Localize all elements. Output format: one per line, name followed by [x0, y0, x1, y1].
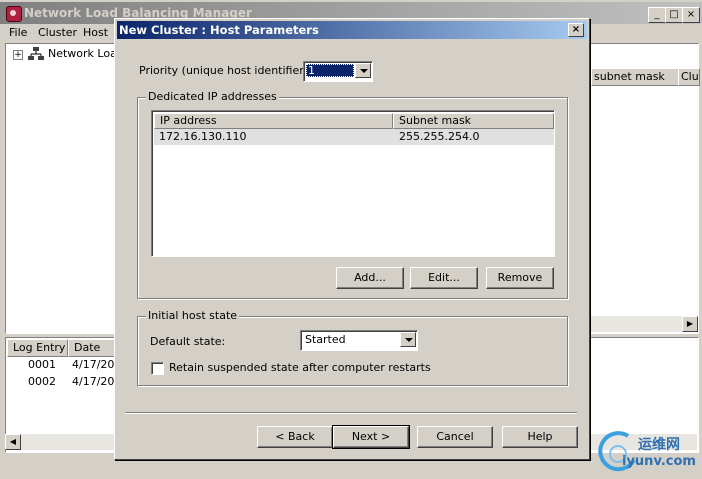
retain-suspended-checkbox[interactable] — [151, 362, 164, 375]
default-state-combobox[interactable]: Started — [300, 330, 418, 351]
column-ip-address[interactable]: IP address — [154, 113, 393, 129]
tree-expand-icon[interactable]: + — [13, 50, 23, 60]
cluster-tree[interactable]: + Network Load — [5, 43, 124, 334]
watermark-line2: iyunv.com — [622, 454, 696, 469]
priority-value: 1 — [306, 64, 354, 77]
nlb-app-icon — [6, 6, 22, 22]
ip-address-cell: 172.16.130.110 — [159, 130, 247, 143]
column-log-entry[interactable]: Log Entry — [7, 339, 68, 357]
retain-suspended-label[interactable]: Retain suspended state after computer re… — [169, 361, 431, 374]
remove-ip-button[interactable]: Remove — [486, 267, 554, 289]
priority-combobox[interactable]: 1 — [303, 61, 373, 82]
hosts-horizontal-scrollbar[interactable]: ▶ — [591, 316, 698, 332]
column-date[interactable]: Date — [68, 339, 120, 357]
minimize-button[interactable]: _ — [648, 7, 666, 23]
menu-file[interactable]: File — [9, 26, 27, 39]
column-cluster[interactable]: Clu — [678, 68, 700, 86]
priority-label: Priority (unique host identifier): — [139, 64, 312, 77]
tree-item-network-load[interactable]: Network Load — [48, 47, 124, 60]
initial-host-state-group: Initial host state Default state: Starte… — [137, 309, 568, 386]
app-close-button[interactable]: × — [682, 7, 700, 23]
watermark-line1: 运维网 — [638, 437, 680, 453]
back-button[interactable]: < Back — [257, 426, 333, 448]
subnet-mask-cell: 255.255.254.0 — [399, 130, 480, 143]
host-parameters-dialog: New Cluster : Host Parameters × Priority… — [114, 18, 590, 460]
ip-row[interactable]: 172.16.130.110 255.255.254.0 — [154, 129, 554, 145]
menu-host[interactable]: Host — [83, 26, 108, 39]
dialog-separator — [125, 412, 577, 414]
dialog-titlebar[interactable]: New Cluster : Host Parameters × — [117, 21, 587, 39]
dedicated-ip-group: Dedicated IP addresses IP address Subnet… — [137, 90, 568, 299]
maximize-button[interactable]: □ — [665, 7, 683, 23]
help-button[interactable]: Help — [502, 426, 578, 448]
default-state-value: Started — [305, 333, 346, 346]
log-entry-cell: 0001 — [28, 358, 56, 371]
add-ip-button[interactable]: Add... — [336, 267, 404, 289]
log-date-cell: 4/17/20 — [72, 358, 115, 371]
initial-host-state-title: Initial host state — [146, 309, 240, 322]
scroll-right-icon[interactable]: ▶ — [682, 316, 698, 332]
scroll-left-icon[interactable]: ◀ — [5, 434, 21, 450]
column-subnet-mask[interactable]: subnet mask — [591, 68, 679, 86]
edit-ip-button[interactable]: Edit... — [410, 267, 478, 289]
chevron-down-icon[interactable] — [355, 63, 371, 78]
ip-address-list[interactable]: IP address Subnet mask 172.16.130.110 25… — [151, 110, 555, 257]
log-entry-cell: 0002 — [28, 375, 56, 388]
cancel-button[interactable]: Cancel — [417, 426, 493, 448]
watermark-logo-icon — [598, 431, 636, 472]
watermark: 运维网 iyunv.com — [598, 430, 702, 478]
log-date-cell: 4/17/20 — [72, 375, 115, 388]
menu-cluster[interactable]: Cluster — [38, 26, 77, 39]
column-subnet-mask[interactable]: Subnet mask — [393, 113, 554, 129]
dedicated-ip-group-title: Dedicated IP addresses — [146, 90, 279, 103]
default-state-label: Default state: — [150, 335, 226, 348]
hosts-list-pane[interactable]: subnet mask Clu ▶ — [590, 43, 700, 334]
next-button[interactable]: Next > — [332, 425, 410, 449]
dialog-close-button[interactable]: × — [568, 23, 584, 37]
network-icon — [28, 47, 44, 60]
chevron-down-icon[interactable] — [400, 332, 416, 347]
dialog-title: New Cluster : Host Parameters — [119, 23, 319, 37]
